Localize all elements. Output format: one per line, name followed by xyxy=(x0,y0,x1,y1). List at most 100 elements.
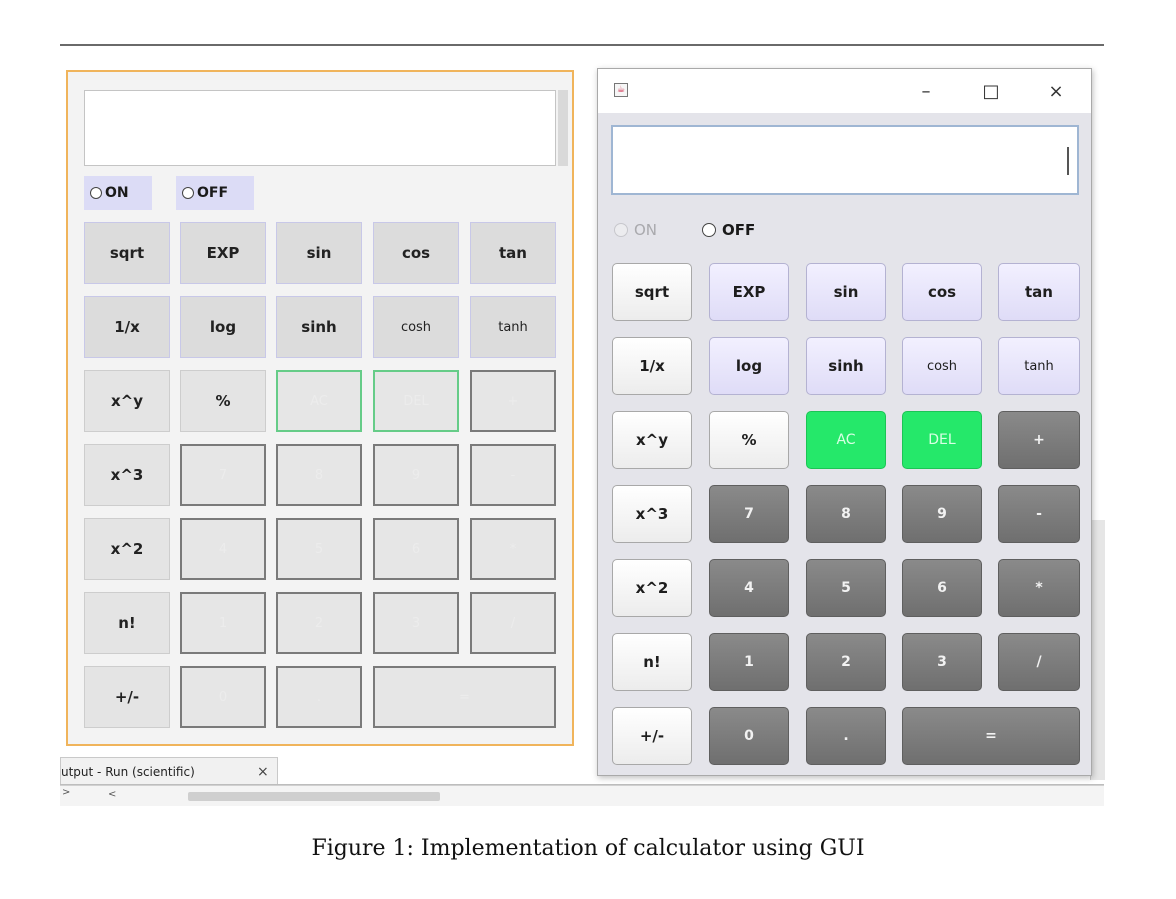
button-3[interactable]: 3 xyxy=(902,633,982,691)
expand-icon[interactable]: > xyxy=(62,787,70,798)
display-field[interactable] xyxy=(611,125,1079,195)
design-button-3[interactable]: 3 xyxy=(373,592,459,654)
button-square[interactable]: x^2 xyxy=(612,559,692,617)
design-button-0[interactable]: 0 xyxy=(180,666,266,728)
radio-off[interactable]: OFF xyxy=(702,219,755,241)
button-1[interactable]: 1 xyxy=(709,633,789,691)
output-tab-label: utput - Run (scientific) xyxy=(61,765,195,779)
radio-circle-icon xyxy=(90,187,102,199)
design-button-sin[interactable]: sin xyxy=(276,222,362,284)
design-button-decimal[interactable]: . xyxy=(276,666,362,728)
button-0[interactable]: 0 xyxy=(709,707,789,765)
button-multiply[interactable]: * xyxy=(998,559,1080,617)
design-button-cosh[interactable]: cosh xyxy=(373,296,459,358)
button-sinh[interactable]: sinh xyxy=(806,337,886,395)
design-button-percent[interactable]: % xyxy=(180,370,266,432)
button-6[interactable]: 6 xyxy=(902,559,982,617)
ide-side-panel xyxy=(1090,520,1105,780)
button-tan[interactable]: tan xyxy=(998,263,1080,321)
button-minus[interactable]: - xyxy=(998,485,1080,543)
radio-on-label: ON xyxy=(634,221,658,239)
design-button-multiply[interactable]: * xyxy=(470,518,556,580)
button-2[interactable]: 2 xyxy=(806,633,886,691)
design-radio-off-label: OFF xyxy=(197,185,229,201)
design-button-plus[interactable]: + xyxy=(470,370,556,432)
button-del[interactable]: DEL xyxy=(902,411,982,469)
design-button-square[interactable]: x^2 xyxy=(84,518,170,580)
button-tanh[interactable]: tanh xyxy=(998,337,1080,395)
radio-off-label: OFF xyxy=(722,221,756,239)
button-log[interactable]: log xyxy=(709,337,789,395)
design-display-field[interactable] xyxy=(84,90,556,166)
design-radio-on-label: ON xyxy=(105,185,129,201)
button-factorial[interactable]: n! xyxy=(612,633,692,691)
button-sqrt[interactable]: sqrt xyxy=(612,263,692,321)
close-button[interactable]: × xyxy=(1038,77,1074,105)
minimize-button[interactable]: – xyxy=(908,77,944,105)
design-button-2[interactable]: 2 xyxy=(276,592,362,654)
design-button-divide[interactable]: / xyxy=(470,592,556,654)
button-7[interactable]: 7 xyxy=(709,485,789,543)
design-button-log[interactable]: log xyxy=(180,296,266,358)
design-button-exp[interactable]: EXP xyxy=(180,222,266,284)
close-icon[interactable]: × xyxy=(257,758,269,786)
design-button-reciprocal[interactable]: 1/x xyxy=(84,296,170,358)
design-button-6[interactable]: 6 xyxy=(373,518,459,580)
design-radio-on[interactable]: ON xyxy=(84,176,152,210)
calculator-window: ☕ – □ × ON OFF sqrt EXP sin cos tan 1/x … xyxy=(597,68,1092,776)
button-equals[interactable]: = xyxy=(902,707,1080,765)
design-scrollbar[interactable] xyxy=(558,90,568,166)
java-app-icon: ☕ xyxy=(614,83,628,97)
design-button-sinh[interactable]: sinh xyxy=(276,296,362,358)
design-button-1[interactable]: 1 xyxy=(180,592,266,654)
button-sin[interactable]: sin xyxy=(806,263,886,321)
button-9[interactable]: 9 xyxy=(902,485,982,543)
design-button-4[interactable]: 4 xyxy=(180,518,266,580)
button-cosh[interactable]: cosh xyxy=(902,337,982,395)
radio-on[interactable]: ON xyxy=(614,219,657,241)
design-button-minus[interactable]: - xyxy=(470,444,556,506)
design-button-del[interactable]: DEL xyxy=(373,370,459,432)
button-exp[interactable]: EXP xyxy=(709,263,789,321)
button-4[interactable]: 4 xyxy=(709,559,789,617)
design-button-9[interactable]: 9 xyxy=(373,444,459,506)
figure-caption: Figure 1: Implementation of calculator u… xyxy=(311,836,865,861)
maximize-button[interactable]: □ xyxy=(973,77,1009,105)
design-button-7[interactable]: 7 xyxy=(180,444,266,506)
button-5[interactable]: 5 xyxy=(806,559,886,617)
text-caret xyxy=(1067,147,1069,175)
design-preview-panel: ON OFF sqrt EXP sin cos tan 1/x log sinh… xyxy=(66,70,574,746)
button-divide[interactable]: / xyxy=(998,633,1080,691)
button-cube[interactable]: x^3 xyxy=(612,485,692,543)
radio-circle-icon xyxy=(614,223,628,237)
radio-circle-icon xyxy=(182,187,194,199)
horizontal-scrollbar[interactable] xyxy=(188,792,440,801)
button-cos[interactable]: cos xyxy=(902,263,982,321)
button-ac[interactable]: AC xyxy=(806,411,886,469)
design-button-tanh[interactable]: tanh xyxy=(470,296,556,358)
button-percent[interactable]: % xyxy=(709,411,789,469)
output-tab[interactable]: utput - Run (scientific) × xyxy=(60,757,278,785)
design-button-sqrt[interactable]: sqrt xyxy=(84,222,170,284)
button-negate[interactable]: +/- xyxy=(612,707,692,765)
design-button-cube[interactable]: x^3 xyxy=(84,444,170,506)
title-bar[interactable]: ☕ – □ × xyxy=(598,69,1091,113)
scroll-left-icon[interactable]: < xyxy=(108,789,116,800)
button-8[interactable]: 8 xyxy=(806,485,886,543)
design-button-factorial[interactable]: n! xyxy=(84,592,170,654)
button-decimal[interactable]: . xyxy=(806,707,886,765)
design-button-ac[interactable]: AC xyxy=(276,370,362,432)
button-plus[interactable]: + xyxy=(998,411,1080,469)
design-button-tan[interactable]: tan xyxy=(470,222,556,284)
button-reciprocal[interactable]: 1/x xyxy=(612,337,692,395)
design-button-5[interactable]: 5 xyxy=(276,518,362,580)
design-button-8[interactable]: 8 xyxy=(276,444,362,506)
button-power[interactable]: x^y xyxy=(612,411,692,469)
design-radio-off[interactable]: OFF xyxy=(176,176,254,210)
design-button-equals[interactable]: = xyxy=(373,666,556,728)
design-button-cos[interactable]: cos xyxy=(373,222,459,284)
design-button-power[interactable]: x^y xyxy=(84,370,170,432)
output-panel: > < xyxy=(60,785,1104,806)
radio-circle-icon xyxy=(702,223,716,237)
design-button-negate[interactable]: +/- xyxy=(84,666,170,728)
